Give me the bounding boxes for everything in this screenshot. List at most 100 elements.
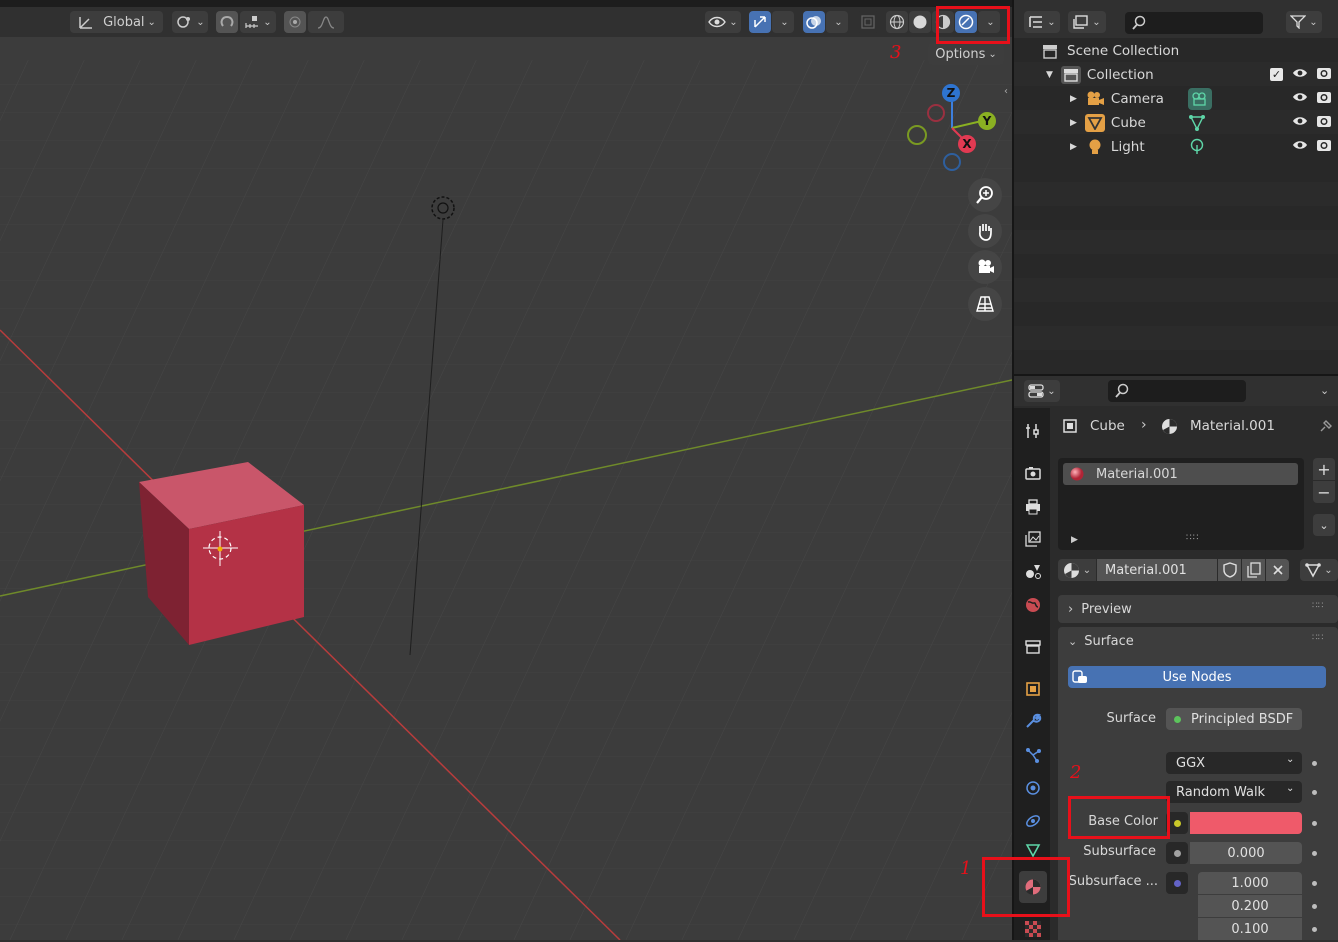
subsurface-radius-y-field[interactable]: 0.200: [1198, 895, 1302, 917]
tab-world[interactable]: [1020, 592, 1046, 618]
surface-shader-field[interactable]: Principled BSDF: [1166, 708, 1302, 730]
camera-data-icon[interactable]: [1188, 88, 1212, 110]
animate-dot-icon[interactable]: [1312, 821, 1317, 826]
duplicate-material-button[interactable]: [1242, 559, 1265, 581]
surface-panel-header[interactable]: ⌄ Surface ∷∷: [1058, 627, 1338, 655]
add-slot-button[interactable]: +: [1313, 458, 1335, 480]
collection-render-camera-icon[interactable]: [1316, 65, 1332, 85]
3d-viewport[interactable]: [0, 0, 1012, 940]
outliner-row-camera[interactable]: ▶ Camera: [1014, 87, 1338, 111]
link-dropdown[interactable]: ⌄: [1300, 559, 1338, 581]
visibility-dropdown[interactable]: ⌄: [705, 11, 741, 33]
sidebar-toggle-chevron-icon[interactable]: ‹: [1004, 86, 1012, 102]
overlays-toggle[interactable]: [803, 11, 825, 33]
unlink-material-button[interactable]: [1266, 559, 1289, 581]
collection-visibility-eye-icon[interactable]: [1292, 66, 1308, 84]
solid-shading-button[interactable]: [909, 11, 931, 33]
outliner-search-input[interactable]: [1125, 12, 1263, 34]
drag-grip-icon[interactable]: ∷∷: [1312, 633, 1323, 643]
overlays-dropdown[interactable]: ⌄: [826, 11, 848, 33]
outliner-row-light[interactable]: ▶ Light: [1014, 135, 1338, 159]
light-data-icon[interactable]: [1188, 138, 1206, 160]
tab-physics[interactable]: [1020, 775, 1046, 801]
exclude-checkbox[interactable]: ✓: [1270, 68, 1283, 81]
xray-toggle[interactable]: [857, 11, 879, 33]
material-slot-item[interactable]: Material.001: [1063, 463, 1298, 485]
snap-toggle[interactable]: [216, 11, 238, 33]
properties-options-chevron-icon[interactable]: ⌄: [1320, 384, 1329, 397]
camera-visibility-eye-icon[interactable]: [1292, 90, 1308, 108]
base-color-swatch[interactable]: [1190, 812, 1302, 834]
properties-editor-type-dropdown[interactable]: ⌄: [1024, 380, 1060, 402]
subsurface-radius-z-field[interactable]: 0.100: [1198, 918, 1302, 940]
expand-right-icon[interactable]: ▶: [1070, 118, 1077, 128]
tab-modifiers[interactable]: [1020, 708, 1046, 734]
cube-render-camera-icon[interactable]: [1316, 113, 1332, 133]
resize-grip-icon[interactable]: ∷∷: [1186, 533, 1199, 543]
expand-right-icon[interactable]: ▶: [1070, 94, 1077, 104]
expand-right-icon[interactable]: ▶: [1071, 535, 1078, 545]
subsurface-radius-socket-button[interactable]: [1166, 872, 1188, 894]
material-name-field[interactable]: Material.001: [1097, 559, 1217, 581]
cube-visibility-eye-icon[interactable]: [1292, 114, 1308, 132]
navigation-gizmo[interactable]: Z Y X: [900, 80, 1012, 180]
tab-output[interactable]: [1020, 494, 1046, 520]
perspective-toggle-button[interactable]: [968, 287, 1002, 321]
tab-view-layer[interactable]: [1020, 526, 1046, 552]
proportional-edit-toggle[interactable]: [284, 11, 306, 33]
subsurface-value-field[interactable]: 0.000: [1190, 842, 1302, 864]
drag-grip-icon[interactable]: ∷∷: [1312, 601, 1323, 611]
preview-panel-header[interactable]: › Preview ∷∷: [1058, 595, 1338, 623]
tab-constraints[interactable]: [1020, 808, 1046, 834]
animate-dot-icon[interactable]: [1312, 790, 1317, 795]
use-nodes-button[interactable]: Use Nodes: [1068, 666, 1326, 688]
slot-specials-dropdown[interactable]: ⌄: [1313, 514, 1335, 536]
expand-down-icon[interactable]: ▼: [1046, 70, 1053, 80]
animate-dot-icon[interactable]: [1312, 927, 1317, 932]
subsurface-socket-button[interactable]: [1166, 842, 1188, 864]
proportional-falloff-dropdown[interactable]: [308, 11, 344, 33]
animate-dot-icon[interactable]: [1312, 851, 1317, 856]
tab-object[interactable]: [1020, 676, 1046, 702]
animate-dot-icon[interactable]: [1312, 761, 1317, 766]
browse-material-dropdown[interactable]: ⌄: [1058, 559, 1096, 581]
display-mode-dropdown[interactable]: ⌄: [1068, 11, 1106, 33]
animate-dot-icon[interactable]: [1312, 881, 1317, 886]
light-render-camera-icon[interactable]: [1316, 137, 1332, 157]
editor-type-dropdown[interactable]: ⌄: [1024, 11, 1060, 33]
options-dropdown[interactable]: Options ⌄: [928, 43, 1004, 65]
expand-right-icon[interactable]: ▶: [1070, 142, 1077, 152]
tab-scene[interactable]: [1020, 558, 1046, 584]
fake-user-button[interactable]: [1218, 559, 1241, 581]
zoom-button[interactable]: [968, 178, 1002, 212]
chevron-down-icon: ⌄: [1319, 518, 1329, 532]
subsurface-method-dropdown[interactable]: Random Walk ⌄: [1166, 781, 1302, 803]
subsurface-radius-x-field[interactable]: 1.000: [1198, 872, 1302, 894]
tab-particles[interactable]: [1020, 742, 1046, 768]
outliner-row-cube[interactable]: ▶ Cube: [1014, 111, 1338, 135]
distribution-dropdown[interactable]: GGX ⌄: [1166, 752, 1302, 774]
filter-dropdown[interactable]: ⌄: [1286, 11, 1322, 33]
transform-orientation-dropdown[interactable]: Global ⌄: [70, 11, 163, 33]
tab-render[interactable]: [1020, 460, 1046, 486]
camera-render-camera-icon[interactable]: [1316, 89, 1332, 109]
light-visibility-eye-icon[interactable]: [1292, 138, 1308, 156]
properties-search-input[interactable]: [1108, 380, 1246, 402]
pan-button[interactable]: [968, 214, 1002, 248]
outliner-row-scene-collection[interactable]: Scene Collection: [1014, 39, 1338, 63]
animate-dot-icon[interactable]: [1312, 904, 1317, 909]
tab-texture[interactable]: [1024, 920, 1042, 938]
pivot-point-dropdown[interactable]: ⌄: [172, 11, 208, 33]
wireframe-shading-button[interactable]: [886, 11, 908, 33]
mesh-data-icon[interactable]: [1188, 114, 1206, 136]
tab-collection[interactable]: [1020, 634, 1046, 660]
pin-icon[interactable]: [1318, 418, 1334, 438]
outliner-row-collection[interactable]: ▼ Collection ✓: [1014, 63, 1338, 87]
snap-target-dropdown[interactable]: ⌄: [240, 11, 276, 33]
tab-tool[interactable]: [1020, 418, 1046, 444]
gizmo-toggle[interactable]: [749, 11, 771, 33]
remove-slot-button[interactable]: −: [1313, 481, 1335, 503]
camera-view-button[interactable]: [968, 250, 1002, 284]
tab-data[interactable]: [1020, 842, 1046, 858]
gizmo-dropdown[interactable]: ⌄: [772, 11, 794, 33]
